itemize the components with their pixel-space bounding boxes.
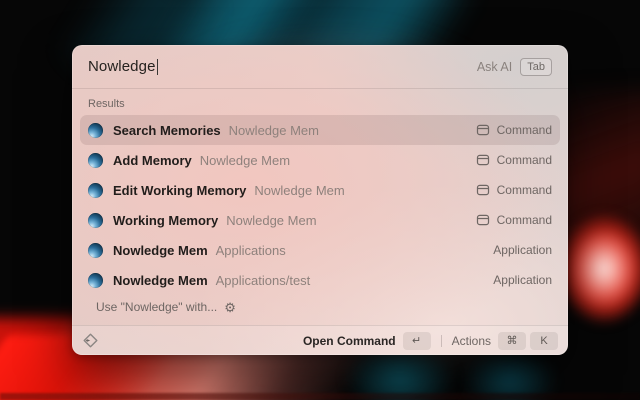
result-row[interactable]: Edit Working Memory Nowledge Mem Command bbox=[80, 175, 560, 205]
result-kind-label: Command bbox=[497, 153, 552, 167]
result-kind: Command bbox=[476, 123, 552, 137]
wallpaper-red-blob bbox=[556, 212, 640, 347]
result-kind-label: Command bbox=[497, 183, 552, 197]
search-bar: Nowledge Ask AI Tab bbox=[72, 45, 568, 89]
result-kind-label: Command bbox=[497, 213, 552, 227]
result-subtitle: Nowledge Mem bbox=[200, 153, 290, 168]
result-kind: Application bbox=[493, 243, 552, 257]
result-kind: Command bbox=[476, 153, 552, 167]
result-kind-label: Application bbox=[493, 243, 552, 257]
launcher-window: Nowledge Ask AI Tab Results Search Memor… bbox=[72, 45, 568, 355]
enter-key-badge: ↵ bbox=[403, 332, 431, 350]
result-row[interactable]: Nowledge Mem Applications/test Applicati… bbox=[80, 265, 560, 295]
result-kind: Command bbox=[476, 183, 552, 197]
result-subtitle: Applications/test bbox=[216, 273, 311, 288]
actions-button[interactable]: Actions bbox=[452, 334, 491, 348]
result-title: Add Memory bbox=[113, 153, 192, 168]
footer-bar: Open Command ↵ Actions ⌘ K bbox=[72, 325, 568, 355]
result-row[interactable]: Nowledge Mem Applications Application bbox=[80, 235, 560, 265]
search-input[interactable]: Nowledge bbox=[88, 58, 156, 75]
result-subtitle: Nowledge Mem bbox=[229, 123, 319, 138]
results-panel: Results Search Memories Nowledge Mem Com… bbox=[72, 89, 568, 314]
wallpaper-bottom-edge bbox=[0, 393, 640, 400]
results-list: Search Memories Nowledge Mem Command Add… bbox=[80, 115, 560, 295]
command-icon bbox=[476, 123, 490, 137]
gear-icon[interactable]: ⚙ bbox=[224, 301, 236, 314]
ask-ai-label: Ask AI bbox=[477, 60, 512, 74]
result-title: Nowledge Mem bbox=[113, 243, 208, 258]
result-subtitle: Nowledge Mem bbox=[254, 183, 344, 198]
command-icon bbox=[476, 153, 490, 167]
cmd-key-badge: ⌘ bbox=[498, 332, 526, 350]
command-icon bbox=[476, 183, 490, 197]
footer-divider bbox=[441, 335, 442, 347]
ask-ai-hint[interactable]: Ask AI Tab bbox=[477, 58, 552, 76]
result-title: Edit Working Memory bbox=[113, 183, 246, 198]
results-header: Results bbox=[88, 98, 552, 110]
result-subtitle: Nowledge Mem bbox=[226, 213, 316, 228]
use-with-label: Use "Nowledge" with... bbox=[96, 300, 217, 314]
result-kind-label: Command bbox=[497, 123, 552, 137]
result-subtitle: Applications bbox=[216, 243, 286, 258]
text-caret bbox=[157, 59, 159, 75]
nowledge-app-icon bbox=[88, 273, 103, 288]
nowledge-app-icon bbox=[88, 183, 103, 198]
result-title: Working Memory bbox=[113, 213, 218, 228]
result-kind: Command bbox=[476, 213, 552, 227]
nowledge-app-icon bbox=[88, 123, 103, 138]
command-logo-icon bbox=[82, 332, 99, 349]
result-title: Nowledge Mem bbox=[113, 273, 208, 288]
result-kind-label: Application bbox=[493, 273, 552, 287]
nowledge-app-icon bbox=[88, 243, 103, 258]
k-key-badge: K bbox=[530, 332, 558, 350]
result-row[interactable]: Working Memory Nowledge Mem Command bbox=[80, 205, 560, 235]
tab-key-badge: Tab bbox=[520, 58, 552, 76]
nowledge-app-icon bbox=[88, 153, 103, 168]
footer-actions: Open Command ↵ Actions ⌘ K bbox=[303, 332, 558, 350]
open-command-button[interactable]: Open Command bbox=[303, 334, 396, 348]
result-title: Search Memories bbox=[113, 123, 221, 138]
use-with-row[interactable]: Use "Nowledge" with... ⚙ bbox=[96, 300, 544, 314]
result-row[interactable]: Add Memory Nowledge Mem Command bbox=[80, 145, 560, 175]
result-kind: Application bbox=[493, 273, 552, 287]
result-row[interactable]: Search Memories Nowledge Mem Command bbox=[80, 115, 560, 145]
command-icon bbox=[476, 213, 490, 227]
nowledge-app-icon bbox=[88, 213, 103, 228]
